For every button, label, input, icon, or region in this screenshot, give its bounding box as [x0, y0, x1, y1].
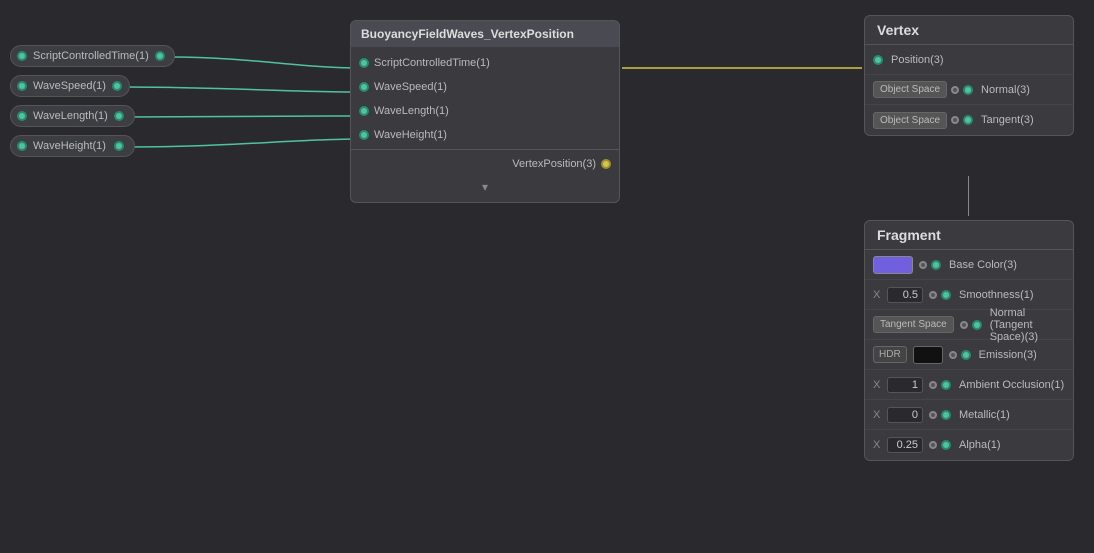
alpha-mini-dot	[929, 441, 937, 449]
output-dot-script-time	[155, 51, 165, 61]
left-node-script-time[interactable]: ScriptControlledTime(1)	[10, 45, 175, 67]
fragment-label-smoothness: Smoothness(1)	[959, 289, 1065, 301]
vertex-label-position: Position(3)	[891, 54, 1065, 66]
left-node-label-script-time: ScriptControlledTime(1)	[33, 50, 149, 62]
fragment-label-base-color: Base Color(3)	[949, 259, 1065, 271]
fragment-port-alpha	[941, 440, 951, 450]
main-node-output-vertex: VertexPosition(3)	[351, 152, 619, 176]
input-dot-wave-speed	[359, 82, 369, 92]
alpha-input[interactable]	[887, 437, 923, 453]
vertex-label-normal: Normal(3)	[981, 84, 1065, 96]
fragment-port-metallic	[941, 410, 951, 420]
left-node-wave-speed[interactable]: WaveSpeed(1)	[10, 75, 130, 97]
main-node-header: BuoyancyFieldWaves_VertexPosition	[351, 21, 619, 47]
vertical-connector-line	[968, 176, 969, 216]
port-dot-wave-speed	[17, 81, 27, 91]
left-node-wave-height[interactable]: WaveHeight(1)	[10, 135, 135, 157]
expand-icon: ▾	[482, 180, 488, 194]
smoothness-input[interactable]	[887, 287, 923, 303]
main-input-label-0: ScriptControlledTime(1)	[374, 57, 490, 69]
metallic-input[interactable]	[887, 407, 923, 423]
fragment-port-ao	[941, 380, 951, 390]
left-node-label-wave-speed: WaveSpeed(1)	[33, 80, 106, 92]
hdr-btn[interactable]: HDR	[873, 346, 907, 363]
smoothness-mini-dot	[929, 291, 937, 299]
fragment-panel: Fragment Base Color(3) X Smoothness(1) T…	[864, 220, 1074, 461]
fragment-label-emission: Emission(3)	[979, 349, 1065, 361]
main-input-label-3: WaveHeight(1)	[374, 129, 447, 141]
vertex-mini-dot-tangent	[951, 116, 959, 124]
fragment-row-ambient-occlusion: X Ambient Occlusion(1)	[865, 370, 1073, 400]
emission-swatch[interactable]	[913, 346, 943, 364]
canvas-area: ScriptControlledTime(1) WaveSpeed(1) Wav…	[0, 0, 1094, 553]
metallic-x-label: X	[873, 409, 883, 421]
normal-object-space-btn[interactable]: Object Space	[873, 81, 947, 98]
vertex-row-tangent: Object Space Tangent(3)	[865, 105, 1073, 135]
alpha-x-label: X	[873, 439, 883, 451]
main-node-expand[interactable]: ▾	[351, 176, 619, 198]
main-node-title: BuoyancyFieldWaves_VertexPosition	[361, 27, 574, 41]
left-node-wave-length[interactable]: WaveLength(1)	[10, 105, 135, 127]
fragment-row-alpha: X Alpha(1)	[865, 430, 1073, 460]
vertex-row-normal: Object Space Normal(3)	[865, 75, 1073, 105]
fragment-row-emission: HDR Emission(3)	[865, 340, 1073, 370]
ao-x-label: X	[873, 379, 883, 391]
fragment-panel-header: Fragment	[865, 221, 1073, 250]
vertex-mini-dot-normal	[951, 86, 959, 94]
base-color-swatch[interactable]	[873, 256, 913, 274]
vertex-port-tangent	[963, 115, 973, 125]
fragment-port-smoothness	[941, 290, 951, 300]
main-node-port-wave-speed: WaveSpeed(1)	[351, 75, 619, 99]
fragment-row-normal-tangent: Tangent Space Normal (Tangent Space)(3)	[865, 310, 1073, 340]
base-color-mini-dot	[919, 261, 927, 269]
metallic-mini-dot	[929, 411, 937, 419]
main-node: BuoyancyFieldWaves_VertexPosition Script…	[350, 20, 620, 203]
vertex-row-position: Position(3)	[865, 45, 1073, 75]
fragment-label-alpha: Alpha(1)	[959, 439, 1065, 451]
fragment-label-metallic: Metallic(1)	[959, 409, 1065, 421]
main-node-port-script-time: ScriptControlledTime(1)	[351, 51, 619, 75]
main-node-port-wave-height: WaveHeight(1)	[351, 123, 619, 147]
fragment-row-base-color: Base Color(3)	[865, 250, 1073, 280]
fragment-row-metallic: X Metallic(1)	[865, 400, 1073, 430]
main-input-label-1: WaveSpeed(1)	[374, 81, 447, 93]
tangent-object-space-btn[interactable]: Object Space	[873, 112, 947, 129]
vertex-panel-header: Vertex	[865, 16, 1073, 45]
fragment-port-normal-tangent	[972, 320, 982, 330]
main-input-label-2: WaveLength(1)	[374, 105, 449, 117]
port-dot-wave-height	[17, 141, 27, 151]
input-dot-wave-height	[359, 130, 369, 140]
fragment-label-ao: Ambient Occlusion(1)	[959, 379, 1065, 391]
output-dot-wave-height	[114, 141, 124, 151]
input-dot-script-time	[359, 58, 369, 68]
fragment-row-smoothness: X Smoothness(1)	[865, 280, 1073, 310]
vertex-label-tangent: Tangent(3)	[981, 114, 1065, 126]
output-dot-wave-length	[114, 111, 124, 121]
main-output-label-0: VertexPosition(3)	[512, 158, 596, 170]
ao-mini-dot	[929, 381, 937, 389]
vertex-port-position	[873, 55, 883, 65]
main-node-port-wave-length: WaveLength(1)	[351, 99, 619, 123]
fragment-port-emission	[961, 350, 971, 360]
left-node-label-wave-height: WaveHeight(1)	[33, 140, 106, 152]
port-dot-wave-length	[17, 111, 27, 121]
ambient-occlusion-input[interactable]	[887, 377, 923, 393]
output-dot-vertex-pos	[601, 159, 611, 169]
input-dot-wave-length	[359, 106, 369, 116]
vertex-port-normal	[963, 85, 973, 95]
smoothness-x-label: X	[873, 289, 883, 301]
vertex-title: Vertex	[877, 22, 919, 38]
vertex-panel: Vertex Position(3) Object Space Normal(3…	[864, 15, 1074, 136]
normal-tangent-mini-dot	[960, 321, 968, 329]
left-node-label-wave-length: WaveLength(1)	[33, 110, 108, 122]
tangent-space-btn[interactable]: Tangent Space	[873, 316, 954, 333]
port-dot-script-time	[17, 51, 27, 61]
fragment-port-base-color	[931, 260, 941, 270]
output-dot-wave-speed	[112, 81, 122, 91]
fragment-label-normal-tangent: Normal (Tangent Space)(3)	[990, 307, 1065, 343]
main-node-body: ScriptControlledTime(1) WaveSpeed(1) Wav…	[351, 47, 619, 202]
fragment-title: Fragment	[877, 227, 941, 243]
emission-mini-dot	[949, 351, 957, 359]
